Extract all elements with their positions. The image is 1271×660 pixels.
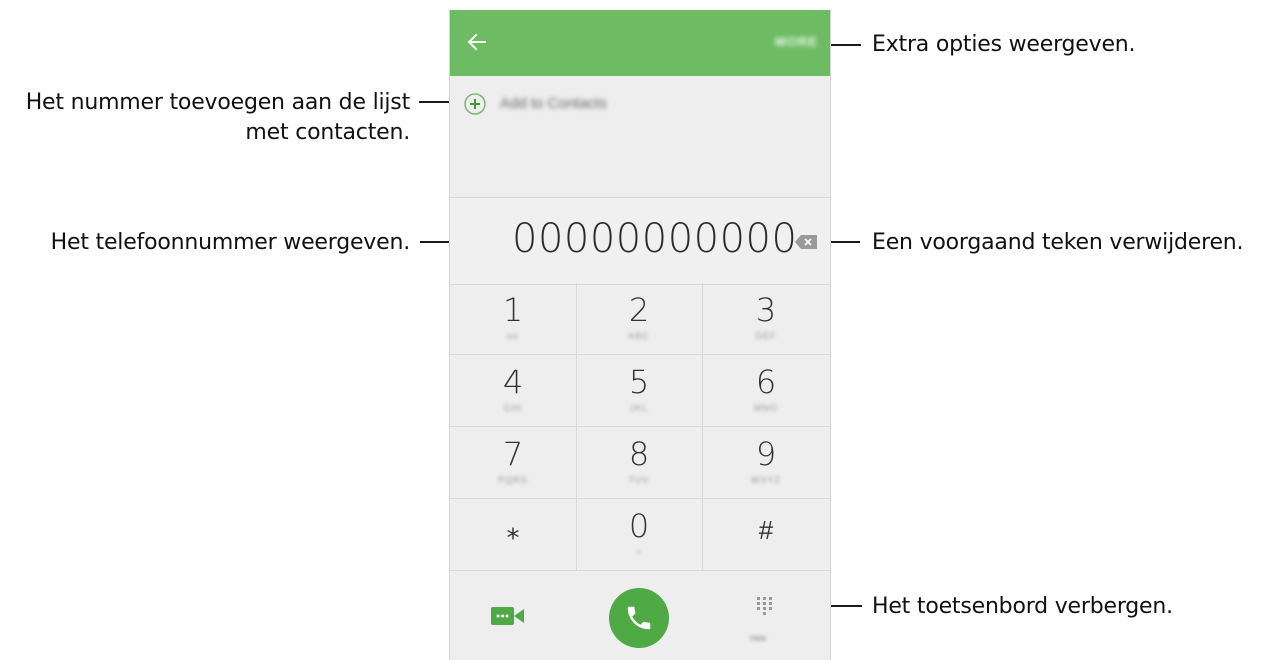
key-6[interactable]: 6 MNO bbox=[703, 355, 829, 427]
key-2[interactable]: 2 ABC bbox=[576, 283, 703, 355]
key-digit: # bbox=[758, 515, 774, 545]
key-digit: 3 bbox=[755, 291, 777, 329]
key-8[interactable]: 8 TUV bbox=[576, 427, 703, 499]
key-letters: oo bbox=[506, 331, 519, 341]
key-digit: 2 bbox=[628, 291, 650, 329]
key-digit: 8 bbox=[628, 435, 650, 473]
video-call-icon[interactable] bbox=[491, 606, 525, 626]
callout-more-options: Extra opties weergeven. bbox=[872, 32, 1136, 57]
key-0[interactable]: 0 + bbox=[576, 499, 703, 571]
key-4[interactable]: 4 GHI bbox=[450, 355, 577, 427]
keypad-toggle-label: Hide bbox=[750, 634, 767, 643]
key-3[interactable]: 3 DEF bbox=[703, 283, 829, 355]
key-letters: + bbox=[635, 547, 643, 557]
key-letters: JKL bbox=[629, 403, 649, 413]
phone-dialer-screen: MORE Add to Contacts 00000000000 1 oo 2 … bbox=[449, 10, 831, 660]
key-letters: GHI bbox=[503, 403, 523, 413]
app-bar: MORE bbox=[450, 10, 830, 76]
key-digit: 6 bbox=[755, 363, 777, 401]
key-letters: MNO bbox=[754, 403, 778, 413]
callout-add-contact-line1: Het nummer toevoegen aan de lijst bbox=[25, 90, 411, 115]
key-digit: 0 bbox=[628, 507, 650, 545]
backspace-icon[interactable] bbox=[795, 235, 817, 249]
key-7[interactable]: 7 PQRS bbox=[450, 427, 577, 499]
phone-call-icon bbox=[627, 606, 651, 630]
key-digit: 5 bbox=[628, 363, 650, 401]
key-digit: 9 bbox=[755, 435, 777, 473]
key-star[interactable]: ⁎ bbox=[450, 499, 577, 571]
key-digit: 7 bbox=[502, 435, 524, 473]
key-letters: DEF bbox=[755, 331, 777, 341]
callout-hide-keypad: Het toetsenbord verbergen. bbox=[872, 594, 1173, 619]
callout-add-contact-line2: met contacten. bbox=[245, 120, 410, 145]
key-1[interactable]: 1 oo bbox=[450, 283, 577, 355]
key-hash[interactable]: # bbox=[703, 499, 829, 571]
call-button[interactable] bbox=[609, 588, 669, 648]
keypad-icon[interactable] bbox=[755, 595, 775, 635]
key-digit: 1 bbox=[502, 291, 524, 329]
key-letters: ABC bbox=[628, 331, 650, 341]
arrow-left-icon[interactable] bbox=[465, 30, 489, 54]
add-to-contacts-button[interactable]: Add to Contacts bbox=[464, 90, 764, 118]
callout-line-more-options bbox=[827, 44, 861, 46]
plus-circle-icon bbox=[464, 93, 486, 115]
callout-add-contact: Het nummer toevoegen aan de lijst met co… bbox=[0, 88, 411, 148]
bottom-action-bar: Hide bbox=[450, 571, 830, 660]
key-digit: 4 bbox=[502, 363, 524, 401]
key-letters: WXYZ bbox=[751, 475, 781, 485]
key-9[interactable]: 9 WXYZ bbox=[703, 427, 829, 499]
key-letters: TUV bbox=[628, 475, 650, 485]
add-to-contacts-label: Add to Contacts bbox=[500, 95, 607, 112]
key-5[interactable]: 5 JKL bbox=[576, 355, 703, 427]
callout-delete-char: Een voorgaand teken verwijderen. bbox=[872, 230, 1244, 255]
number-display: 00000000000 bbox=[450, 197, 830, 285]
phone-number-text: 00000000000 bbox=[512, 216, 798, 262]
key-digit: ⁎ bbox=[506, 515, 520, 545]
more-options-button[interactable]: MORE bbox=[775, 34, 818, 49]
callout-show-number: Het telefoonnummer weergeven. bbox=[50, 230, 411, 255]
key-letters: PQRS bbox=[498, 475, 528, 485]
